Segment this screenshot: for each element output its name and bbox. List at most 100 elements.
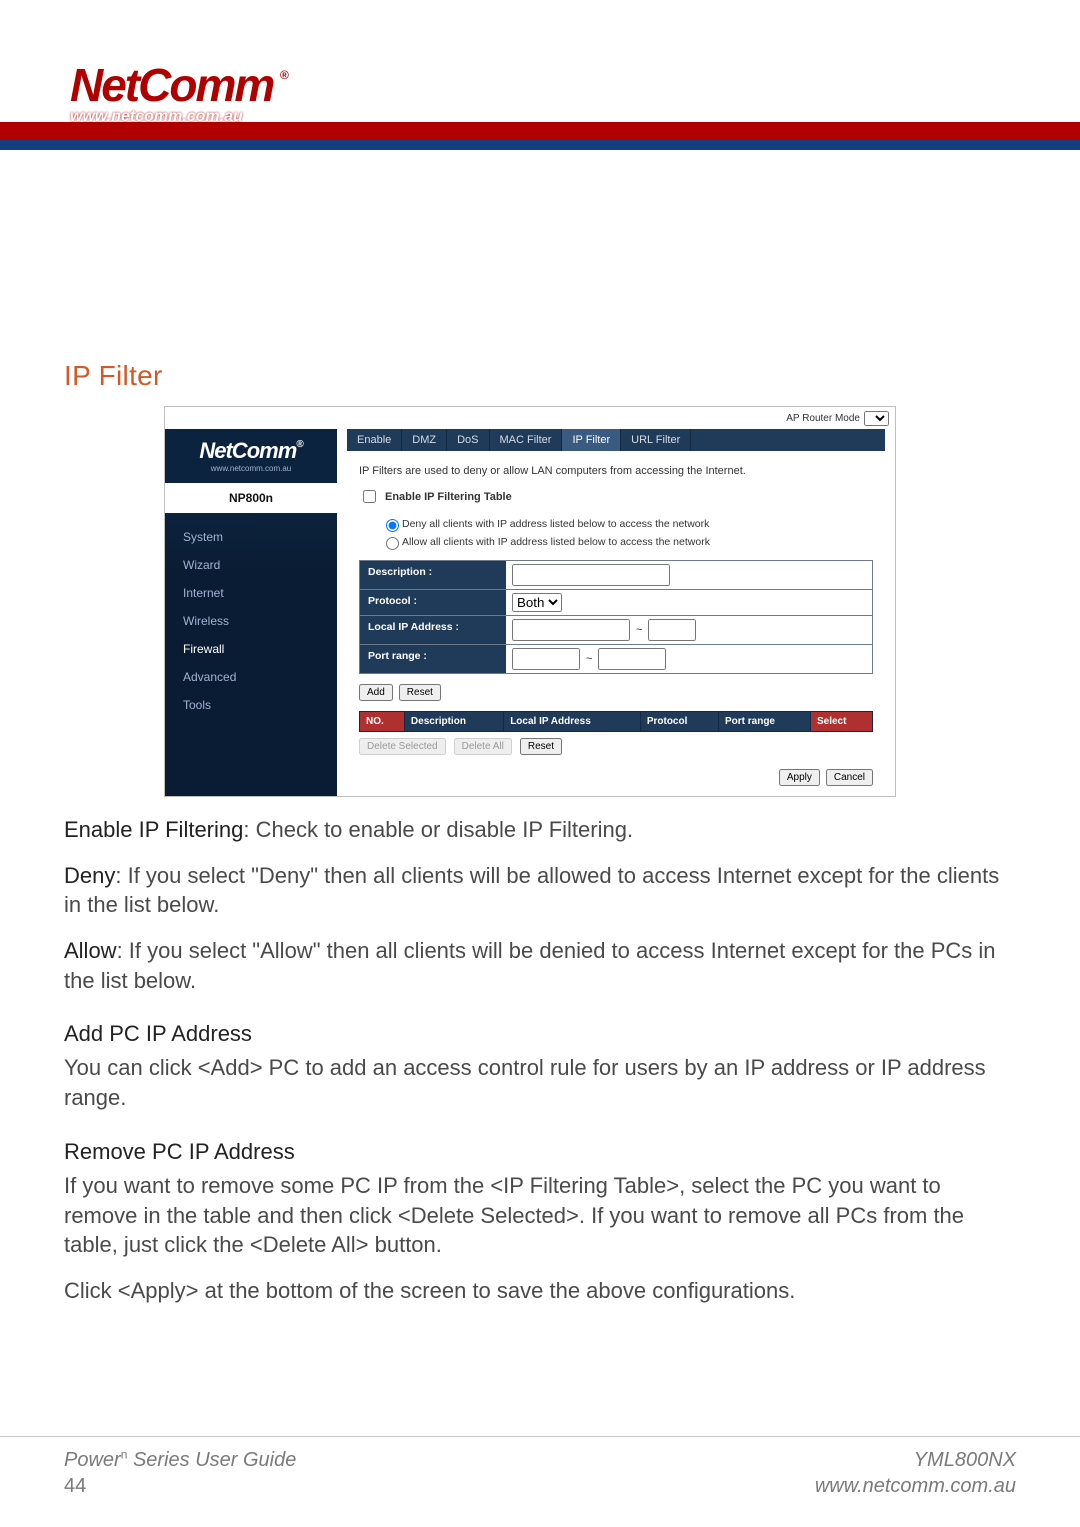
protocol-label: Protocol :: [360, 590, 506, 615]
footer-guide-a: Power: [64, 1449, 121, 1471]
sidebar-item-internet[interactable]: Internet: [165, 579, 337, 607]
footer-guide-b: Series User Guide: [127, 1449, 296, 1471]
sidebar-item-wireless[interactable]: Wireless: [165, 607, 337, 635]
local-ip-to-input[interactable]: [648, 619, 696, 641]
para-deny-rest: : If you select "Deny" then all clients …: [64, 863, 999, 918]
router-top-strip: AP Router Mode: [165, 407, 895, 429]
description-label: Description :: [360, 561, 506, 589]
apply-button[interactable]: Apply: [779, 769, 820, 786]
sidebar-model: NP800n: [165, 483, 337, 513]
ip-filter-intro: IP Filters are used to deny or allow LAN…: [359, 465, 873, 477]
mode-select[interactable]: [864, 411, 889, 426]
enable-ip-filtering-checkbox[interactable]: [363, 490, 376, 503]
port-to-input[interactable]: [598, 648, 666, 670]
reset-table-button[interactable]: Reset: [520, 738, 562, 755]
add-reset-row: Add Reset: [359, 684, 873, 701]
reset-button[interactable]: Reset: [399, 684, 441, 701]
para-deny: Deny: If you select "Deny" then all clie…: [64, 861, 1016, 920]
apply-cancel-row: Apply Cancel: [359, 769, 873, 786]
sidebar-nav: System Wizard Internet Wireless Firewall…: [165, 513, 337, 735]
banner-upper-white: [0, 0, 1080, 56]
ip-filter-form: Description : Protocol : Both: [359, 560, 873, 674]
form-row-local-ip: Local IP Address : ~: [360, 616, 872, 645]
sidebar-item-system[interactable]: System: [165, 523, 337, 551]
router-admin-screenshot: AP Router Mode NetComm® www.netcomm.com.…: [164, 406, 896, 797]
th-description: Description: [404, 712, 503, 732]
sidebar-reg-icon: ®: [296, 439, 302, 450]
brand-url: www.netcomm.com.au: [70, 108, 243, 126]
form-row-protocol: Protocol : Both: [360, 590, 872, 616]
tab-dmz[interactable]: DMZ: [402, 429, 447, 451]
brand-text: NetComm: [70, 58, 273, 112]
router-body: NetComm® www.netcomm.com.au NP800n Syste…: [165, 429, 895, 796]
enable-ip-filtering-label: Enable IP Filtering Table: [385, 491, 512, 503]
port-from-input[interactable]: [512, 648, 580, 670]
th-port-range: Port range: [718, 712, 810, 732]
allow-radio-label: Allow all clients with IP address listed…: [402, 536, 710, 548]
table-action-row: Delete Selected Delete All Reset: [359, 738, 873, 755]
para-deny-lead: Deny: [64, 863, 115, 888]
deny-radio[interactable]: [386, 519, 399, 532]
tab-ip-filter[interactable]: IP Filter: [562, 429, 621, 451]
router-sidebar: NetComm® www.netcomm.com.au NP800n Syste…: [165, 429, 337, 796]
tab-dos[interactable]: DoS: [447, 429, 489, 451]
para-allow: Allow: If you select "Allow" then all cl…: [64, 936, 1016, 995]
firewall-tabs: Enable DMZ DoS MAC Filter IP Filter URL …: [347, 429, 885, 451]
subhead-remove-pc: Remove PC IP Address: [64, 1139, 1016, 1165]
deny-allow-group: Deny all clients with IP address listed …: [381, 516, 873, 550]
deny-radio-label: Deny all clients with IP address listed …: [402, 518, 709, 530]
page-header-banner: NetComm ® www.netcomm.com.au: [0, 0, 1080, 150]
tab-enable[interactable]: Enable: [347, 429, 402, 451]
form-row-description: Description :: [360, 561, 872, 590]
para-add-pc: You can click <Add> PC to add an access …: [64, 1053, 1016, 1112]
para-enable-rest: : Check to enable or disable IP Filterin…: [243, 817, 633, 842]
registered-mark-icon: ®: [280, 68, 289, 82]
sidebar-item-advanced[interactable]: Advanced: [165, 663, 337, 691]
para-remove-pc-2: Click <Apply> at the bottom of the scree…: [64, 1276, 1016, 1306]
delete-all-button[interactable]: Delete All: [454, 738, 512, 755]
netcomm-logo: NetComm ® www.netcomm.com.au: [70, 64, 310, 142]
tab-url-filter[interactable]: URL Filter: [621, 429, 691, 451]
para-enable: Enable IP Filtering: Check to enable or …: [64, 815, 1016, 845]
port-range-sep: ~: [586, 653, 592, 665]
th-protocol: Protocol: [640, 712, 718, 732]
sidebar-item-tools[interactable]: Tools: [165, 691, 337, 719]
para-enable-lead: Enable IP Filtering: [64, 817, 243, 842]
form-row-port-range: Port range : ~: [360, 645, 872, 674]
page-footer: Powern Series User Guide 44 YML800NX www…: [0, 1436, 1080, 1527]
delete-selected-button[interactable]: Delete Selected: [359, 738, 446, 755]
table-header-row: NO. Description Local IP Address Protoco…: [360, 712, 873, 732]
cancel-button[interactable]: Cancel: [826, 769, 873, 786]
para-allow-rest: : If you select "Allow" then all clients…: [64, 938, 996, 993]
port-range-label: Port range :: [360, 645, 506, 673]
local-ip-label: Local IP Address :: [360, 616, 506, 644]
th-no: NO.: [360, 712, 405, 732]
sidebar-brand-url: www.netcomm.com.au: [211, 464, 291, 473]
th-local-ip: Local IP Address: [504, 712, 641, 732]
footer-right: YML800NX www.netcomm.com.au: [815, 1447, 1016, 1499]
description-input[interactable]: [512, 564, 670, 586]
para-remove-pc-1: If you want to remove some PC IP from th…: [64, 1171, 1016, 1260]
footer-guide-title: Powern Series User Guide: [64, 1447, 296, 1473]
ip-filter-panel: IP Filters are used to deny or allow LAN…: [347, 451, 885, 786]
router-main-panel: Enable DMZ DoS MAC Filter IP Filter URL …: [337, 429, 895, 796]
page-content: IP Filter AP Router Mode NetComm® www.ne…: [0, 150, 1080, 1306]
enable-ip-filtering-row: Enable IP Filtering Table: [359, 487, 873, 506]
sidebar-brand: NetComm: [199, 438, 296, 463]
footer-left: Powern Series User Guide 44: [64, 1447, 296, 1499]
subhead-add-pc: Add PC IP Address: [64, 1021, 1016, 1047]
protocol-select[interactable]: Both: [512, 593, 562, 612]
allow-row: Allow all clients with IP address listed…: [381, 534, 873, 550]
sidebar-logo: NetComm® www.netcomm.com.au: [165, 429, 337, 483]
add-button[interactable]: Add: [359, 684, 393, 701]
tab-mac-filter[interactable]: MAC Filter: [490, 429, 563, 451]
local-ip-from-input[interactable]: [512, 619, 630, 641]
sidebar-item-firewall[interactable]: Firewall: [165, 635, 337, 663]
ip-filter-table: NO. Description Local IP Address Protoco…: [359, 711, 873, 732]
mode-label: AP Router Mode: [786, 413, 860, 424]
th-select: Select: [810, 712, 872, 732]
section-title: IP Filter: [64, 360, 1016, 392]
footer-doc-code: YML800NX: [815, 1447, 1016, 1473]
allow-radio[interactable]: [386, 537, 399, 550]
sidebar-item-wizard[interactable]: Wizard: [165, 551, 337, 579]
